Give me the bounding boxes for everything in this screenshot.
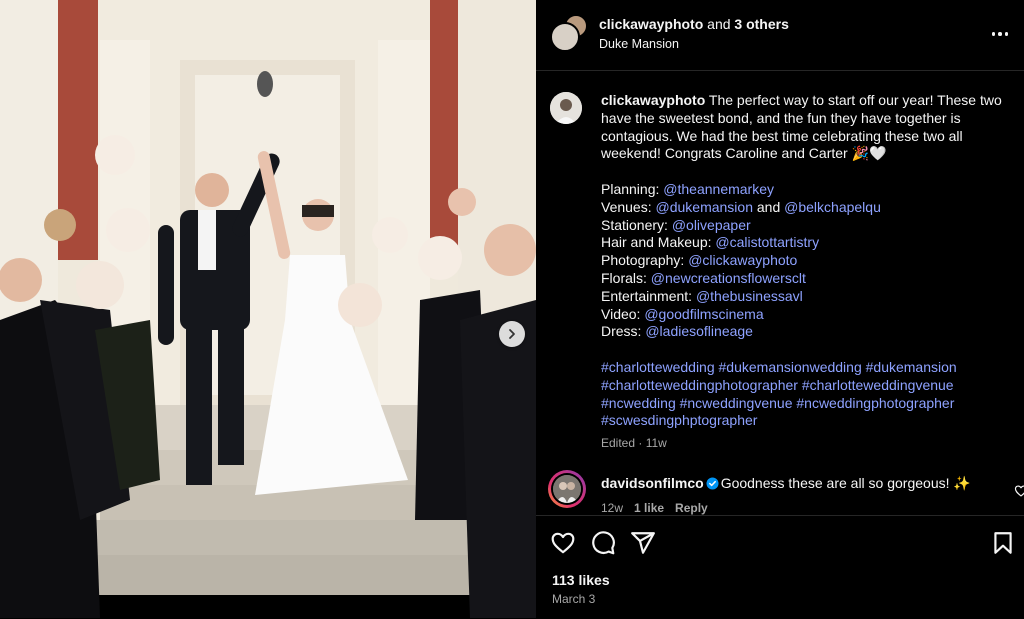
credit-line: Planning: @theannemarkey bbox=[601, 181, 1021, 199]
credit-line: Dress: @ladiesoflineage bbox=[601, 323, 1021, 341]
credit-label: Venues: bbox=[601, 198, 652, 215]
comment-likes-link[interactable]: 1 like bbox=[634, 501, 664, 515]
heart-icon[interactable] bbox=[1014, 484, 1024, 498]
post-date: March 3 bbox=[552, 592, 596, 606]
hashtag-line[interactable]: #scwesdingphptographer bbox=[601, 412, 1021, 430]
mention-link[interactable]: @theannemarkey bbox=[663, 181, 774, 197]
wedding-photo-illustration bbox=[0, 0, 536, 618]
credit-label: Planning: bbox=[601, 180, 660, 197]
caption-username[interactable]: clickawayphoto bbox=[601, 92, 705, 108]
mention-link[interactable]: @clickawayphoto bbox=[688, 252, 797, 268]
story-ring bbox=[551, 473, 583, 505]
credit-label: Entertainment: bbox=[601, 287, 693, 304]
author-username[interactable]: clickawayphoto bbox=[599, 16, 703, 32]
avatar bbox=[550, 22, 580, 52]
mention-link[interactable]: @thebusinessavl bbox=[696, 288, 803, 304]
hashtag-line[interactable]: #ncwedding #ncweddingvenue #ncweddingpho… bbox=[601, 395, 1021, 413]
comment-username[interactable]: davidsonfilmco bbox=[601, 475, 704, 491]
credit-joiner: and bbox=[756, 198, 781, 215]
mention-link[interactable]: @ladiesoflineage bbox=[645, 323, 753, 339]
caption-line: The perfect way to start off our year! T… bbox=[708, 92, 1002, 108]
verified-badge-icon bbox=[706, 477, 719, 490]
credit-line: Florals: @newcreationsflowersclt bbox=[601, 270, 1021, 288]
comment-text: davidsonfilmco Goodness these are all so … bbox=[601, 475, 971, 492]
more-options-icon bbox=[991, 32, 996, 36]
credit-label: Photography: bbox=[601, 252, 685, 269]
caption-line: contagious. We had the best time celebra… bbox=[601, 127, 963, 144]
next-photo-button[interactable] bbox=[499, 321, 525, 347]
post-actions: 113 likes March 3 bbox=[536, 515, 1024, 619]
more-options-dot bbox=[998, 32, 1002, 36]
credit-line: Hair and Makeup: @calistottartistry bbox=[601, 234, 1021, 252]
post-details-panel: clickawayphoto and 3 others Duke Mansion… bbox=[536, 0, 1024, 618]
comment-body: Goodness these are all so gorgeous! ✨ bbox=[720, 475, 971, 491]
others-link[interactable]: 3 others bbox=[734, 16, 788, 32]
credit-label: Hair and Makeup: bbox=[601, 234, 712, 251]
post-header: clickawayphoto and 3 others Duke Mansion bbox=[536, 0, 1024, 71]
credit-line: Video: @goodfilmscinema bbox=[601, 306, 1021, 324]
comment-age: 12w bbox=[601, 501, 624, 515]
mention-link[interactable]: @dukemansion bbox=[656, 199, 754, 215]
profile-picture bbox=[550, 92, 582, 124]
share-icon[interactable] bbox=[630, 530, 656, 556]
credit-label: Florals: bbox=[601, 269, 647, 286]
mention-link[interactable]: @goodfilmscinema bbox=[644, 306, 763, 322]
avatar[interactable] bbox=[550, 92, 582, 124]
credit-label: Dress: bbox=[601, 323, 642, 340]
credit-label: Video: bbox=[601, 305, 641, 322]
bookmark-icon[interactable] bbox=[990, 530, 1016, 556]
collaborator-avatars[interactable] bbox=[550, 14, 588, 54]
like-count[interactable]: 113 likes bbox=[552, 572, 610, 588]
location-link[interactable]: Duke Mansion bbox=[599, 37, 679, 51]
post-photo[interactable] bbox=[0, 0, 536, 618]
credit-line: Entertainment: @thebusinessavl bbox=[601, 288, 1021, 306]
post-authors[interactable]: clickawayphoto and 3 others bbox=[599, 16, 789, 32]
mention-link[interactable]: @belkchapelqu bbox=[784, 199, 881, 215]
comment-icon[interactable] bbox=[590, 530, 616, 556]
caption-line: have the sweetest bond, and the fun they… bbox=[601, 109, 961, 126]
authors-and-text: and bbox=[707, 16, 731, 32]
avatar[interactable] bbox=[548, 470, 586, 508]
credit-label: Stationery: bbox=[601, 216, 668, 233]
reply-button[interactable]: Reply bbox=[675, 501, 708, 515]
hashtag-line[interactable]: #charlottewedding #dukemansionwedding #d… bbox=[601, 359, 1021, 377]
chevron-right-icon bbox=[509, 329, 515, 339]
profile-picture bbox=[553, 475, 581, 503]
edited-timestamp: Edited · 11w bbox=[601, 436, 667, 451]
credit-line: Photography: @clickawayphoto bbox=[601, 252, 1021, 270]
mention-link[interactable]: @olivepaper bbox=[672, 217, 751, 233]
comment-meta: 12w 1 like Reply bbox=[601, 501, 719, 515]
credit-line: Stationery: @olivepaper bbox=[601, 217, 1021, 235]
credit-line: Venues: @dukemansion and @belkchapelqu bbox=[601, 199, 1021, 217]
mention-link[interactable]: @newcreationsflowersclt bbox=[651, 270, 806, 286]
hashtag-line[interactable]: #charlotteweddingphotographer #charlotte… bbox=[601, 377, 1021, 395]
more-options-button[interactable] bbox=[990, 24, 1010, 44]
profile-picture-art bbox=[553, 475, 581, 503]
more-options-dot bbox=[1004, 32, 1009, 36]
heart-icon[interactable] bbox=[550, 530, 576, 556]
caption-line: weekend! Congrats Caroline and Carter 🎉🤍 bbox=[601, 145, 887, 162]
mention-link[interactable]: @calistottartistry bbox=[715, 234, 819, 250]
caption-text: clickawayphoto The perfect way to start … bbox=[601, 92, 1021, 453]
